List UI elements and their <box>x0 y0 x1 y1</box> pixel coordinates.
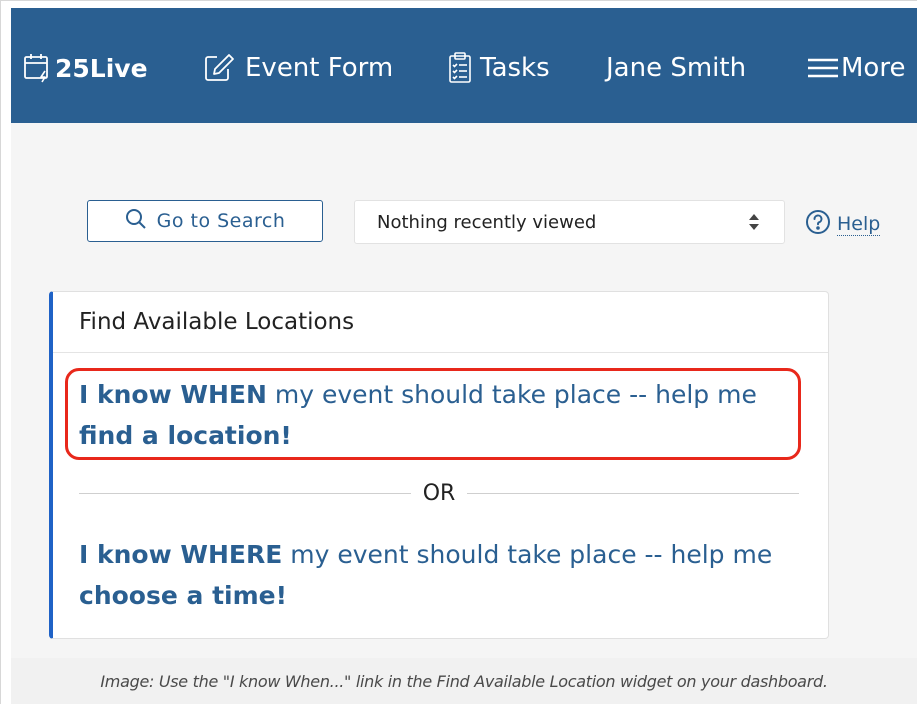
find-available-locations-widget: Find Available Locations I know WHEN my … <box>49 291 829 639</box>
search-icon <box>125 208 147 235</box>
go-to-search-button[interactable]: Go to Search <box>87 200 323 242</box>
when-option-bold-tail: find a location! <box>79 421 292 450</box>
widget-header: Find Available Locations <box>53 292 828 353</box>
or-label: OR <box>422 480 456 506</box>
or-separator: OR <box>79 476 800 510</box>
when-option-text: my event should take place -- help me <box>266 380 757 409</box>
recently-viewed-value: Nothing recently viewed <box>377 211 597 233</box>
nav-tasks[interactable]: Tasks <box>448 48 550 88</box>
dashboard-content: Go to Search Nothing recently viewed Hel… <box>11 123 917 658</box>
nav-event-form[interactable]: Event Form <box>203 48 393 88</box>
image-caption: Image: Use the "I know When..." link in … <box>100 671 828 691</box>
select-arrows-icon <box>748 213 760 236</box>
separator-line-right <box>467 492 800 494</box>
where-option-text: my event should take place -- help me <box>282 540 773 569</box>
top-navigation-bar: 25Live Event Form Tasks Jane Smith More <box>11 8 917 123</box>
go-to-search-label: Go to Search <box>156 210 286 232</box>
nav-tasks-label: Tasks <box>480 53 550 83</box>
clipboard-checklist-icon <box>448 52 472 84</box>
help-question-icon <box>805 209 831 240</box>
nav-event-form-label: Event Form <box>245 53 394 83</box>
help-label: Help <box>837 213 881 236</box>
help-link[interactable]: Help <box>805 209 881 240</box>
nav-brand-label: 25Live <box>55 53 148 83</box>
caption-bar: Image: Use the "I know When..." link in … <box>11 658 917 704</box>
nav-more-menu[interactable]: More <box>807 48 905 88</box>
edit-icon <box>203 53 235 83</box>
widget-title: Find Available Locations <box>79 309 355 335</box>
hamburger-menu-icon <box>807 56 839 80</box>
separator-line-left <box>79 492 411 494</box>
nav-user-name[interactable]: Jane Smith <box>606 48 746 88</box>
nav-brand-25live[interactable]: 25Live <box>23 48 148 88</box>
where-option-bold-tail: choose a time! <box>79 581 288 610</box>
calendar-bolt-icon <box>23 53 51 83</box>
where-option-bold-lead: I know WHERE <box>79 540 283 569</box>
i-know-when-link[interactable]: I know WHEN my event should take place -… <box>79 374 809 456</box>
when-option-bold-lead: I know WHEN <box>79 380 267 409</box>
recently-viewed-select[interactable]: Nothing recently viewed <box>354 200 785 244</box>
nav-more-label: More <box>841 53 906 83</box>
i-know-where-link[interactable]: I know WHERE my event should take place … <box>79 534 809 616</box>
